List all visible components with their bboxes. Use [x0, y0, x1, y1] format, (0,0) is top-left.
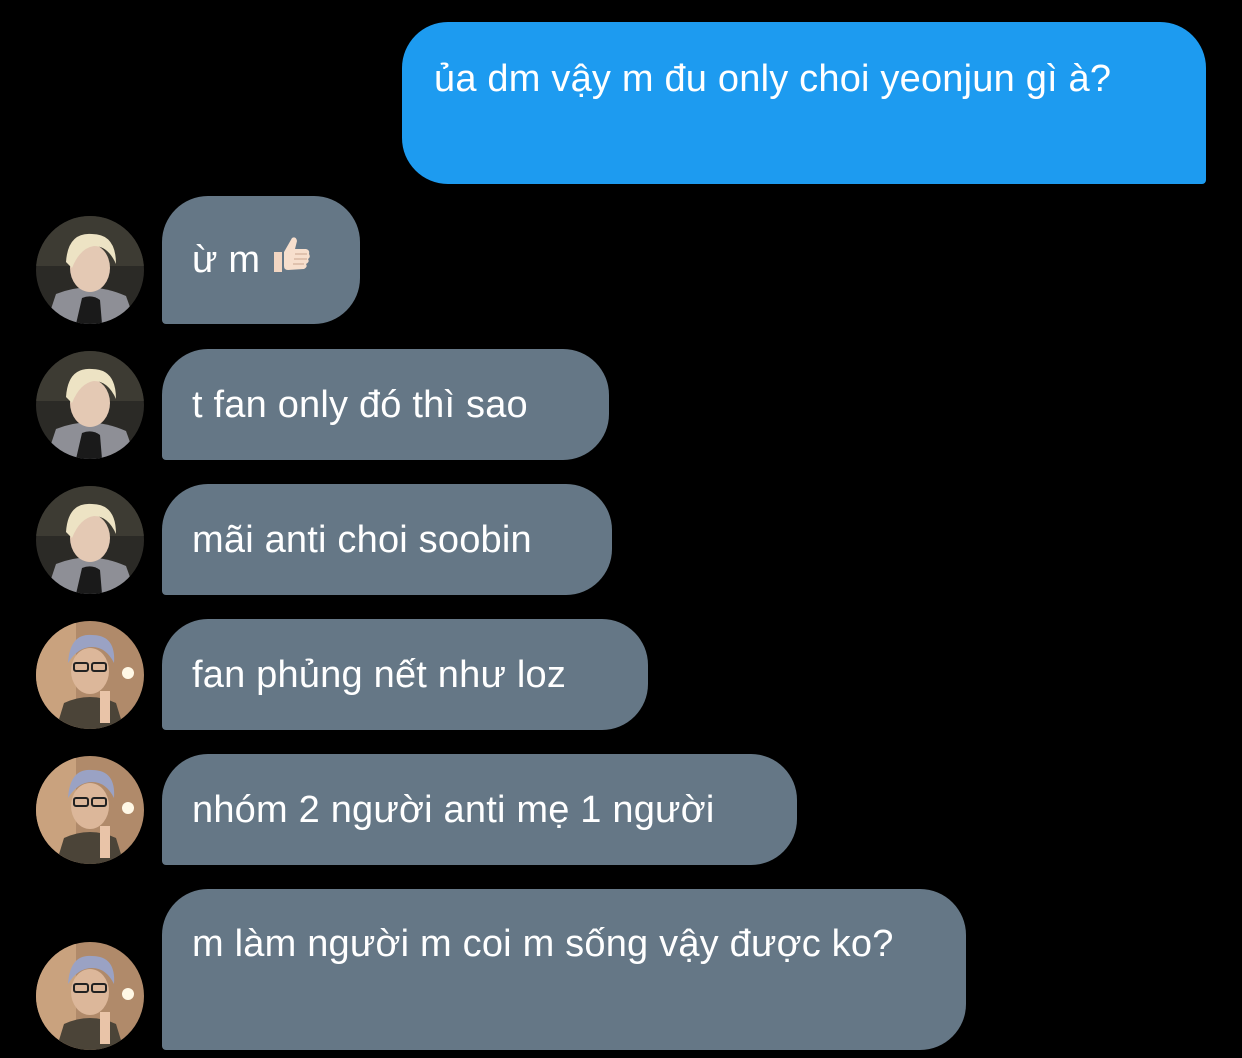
avatar-blonde-icon	[36, 216, 144, 324]
avatar-silver-glasses-icon	[36, 621, 144, 729]
incoming-message-bubble[interactable]: nhóm 2 người anti mẹ 1 người	[162, 754, 797, 865]
incoming-message-bubble[interactable]: mãi anti choi soobin	[162, 484, 612, 595]
incoming-message-text: fan phủng nết như loz	[192, 653, 567, 696]
avatar[interactable]	[36, 351, 144, 459]
avatar[interactable]	[36, 216, 144, 324]
incoming-message-text: t fan only đó thì sao	[192, 383, 528, 426]
incoming-message-text: m làm người m coi m sống vậy được ko?	[192, 923, 894, 965]
avatar-silver-glasses-icon	[36, 942, 144, 1050]
incoming-message-text: nhóm 2 người anti mẹ 1 người	[192, 788, 715, 831]
incoming-message-text: ừ m	[192, 239, 261, 281]
incoming-message-bubble[interactable]: t fan only đó thì sao	[162, 349, 609, 460]
incoming-message-bubble[interactable]: m làm người m coi m sống vậy được ko?	[162, 889, 966, 1050]
avatar[interactable]	[36, 942, 144, 1050]
avatar[interactable]	[36, 756, 144, 864]
incoming-message-bubble[interactable]: fan phủng nết như loz	[162, 619, 648, 730]
outgoing-message-bubble[interactable]: ủa dm vậy m đu only choi yeonjun gì à?	[402, 22, 1206, 184]
thumbs-up-icon	[270, 232, 314, 289]
avatar-blonde-icon	[36, 351, 144, 459]
incoming-message-bubble[interactable]: ừ m	[162, 196, 360, 324]
avatar[interactable]	[36, 486, 144, 594]
incoming-message-text: mãi anti choi soobin	[192, 518, 532, 561]
avatar-silver-glasses-icon	[36, 756, 144, 864]
avatar[interactable]	[36, 621, 144, 729]
avatar-blonde-icon	[36, 486, 144, 594]
outgoing-message-text: ủa dm vậy m đu only choi yeonjun gì à?	[434, 58, 1112, 100]
